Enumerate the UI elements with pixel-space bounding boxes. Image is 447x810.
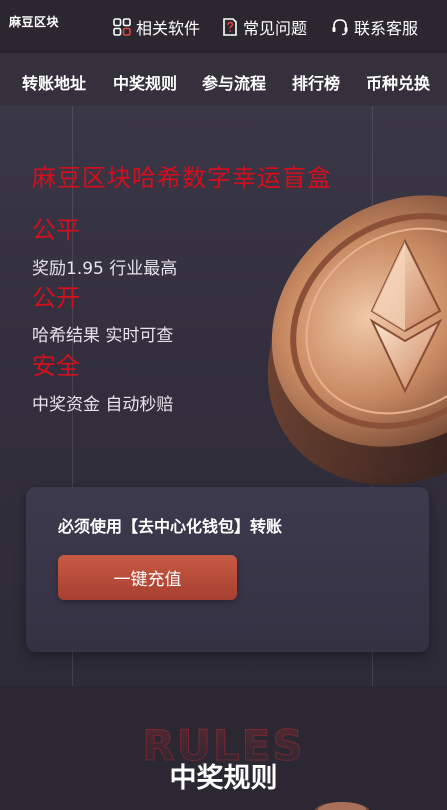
feature-safe-desc: 中奖资金 自动秒赔 bbox=[32, 395, 174, 415]
nav-currency-exchange[interactable]: 币种兑换 bbox=[366, 70, 430, 94]
nav-winning-rules[interactable]: 中奖规则 bbox=[113, 70, 177, 94]
nav-participation-process[interactable]: 参与流程 bbox=[202, 70, 266, 94]
hero-title: 麻豆区块哈希数字幸运盲盒 bbox=[32, 164, 332, 192]
coin-decoration-icon bbox=[314, 802, 370, 810]
hero-section: 麻豆区块哈希数字幸运盲盒 公平 奖励1.95 行业最高 公开 哈希结果 实时可查… bbox=[0, 106, 447, 686]
rules-section: RULES 中奖规则 bbox=[0, 688, 447, 810]
feature-fair-desc: 奖励1.95 行业最高 bbox=[32, 259, 178, 279]
related-software-link[interactable]: 相关软件 bbox=[113, 17, 201, 38]
rules-title: 中奖规则 bbox=[169, 763, 278, 794]
faq-link[interactable]: 常见问题 bbox=[222, 17, 308, 38]
wallet-notice: 必须使用【去中心化钱包】转账 bbox=[58, 517, 283, 536]
related-software-label: 相关软件 bbox=[136, 19, 201, 38]
nav-leaderboard[interactable]: 排行榜 bbox=[292, 70, 340, 94]
deposit-card: 必须使用【去中心化钱包】转账 一键充值 bbox=[26, 487, 429, 652]
feature-safe-title: 安全 bbox=[32, 352, 80, 380]
apps-grid-icon bbox=[113, 18, 131, 36]
site-logo[interactable]: 麻豆区块 bbox=[9, 13, 59, 30]
customer-service-link[interactable]: 联系客服 bbox=[331, 17, 419, 38]
customer-service-label: 联系客服 bbox=[354, 19, 419, 38]
feature-fair-title: 公平 bbox=[32, 216, 80, 244]
headset-icon bbox=[331, 18, 349, 36]
question-doc-icon bbox=[222, 18, 238, 36]
faq-label: 常见问题 bbox=[243, 19, 308, 38]
ethereum-coin-image bbox=[267, 195, 447, 485]
top-header: 麻豆区块 相关软件 常见问题 联系客服 bbox=[0, 0, 447, 53]
feature-public-desc: 哈希结果 实时可查 bbox=[32, 326, 174, 346]
one-click-deposit-button[interactable]: 一键充值 bbox=[58, 555, 237, 600]
feature-public-title: 公开 bbox=[32, 284, 80, 312]
main-nav: 转账地址 中奖规则 参与流程 排行榜 币种兑换 bbox=[0, 53, 447, 106]
nav-transfer-address[interactable]: 转账地址 bbox=[22, 70, 86, 94]
